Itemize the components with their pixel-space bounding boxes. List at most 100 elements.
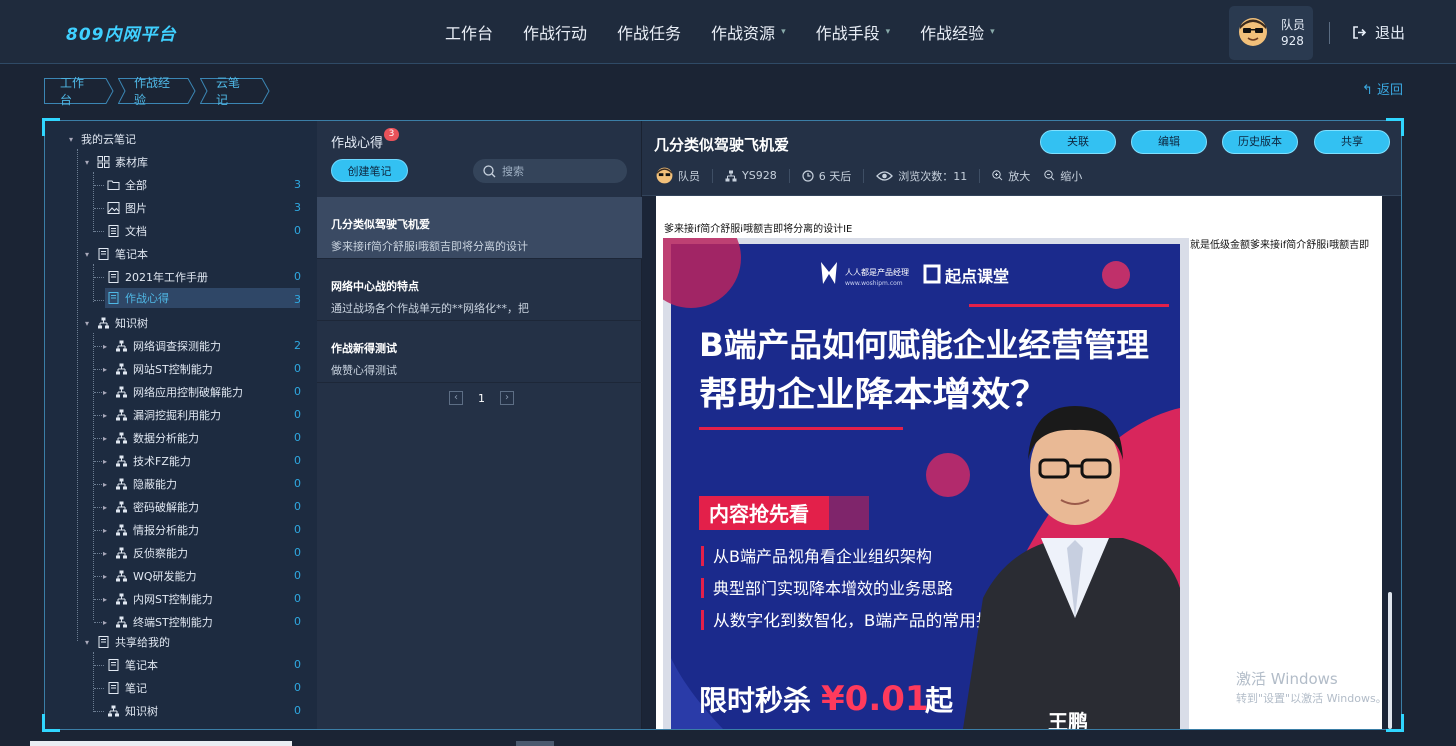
- chevron-right-icon[interactable]: ▸: [103, 549, 115, 558]
- horizontal-scrollbar[interactable]: [30, 741, 292, 746]
- tree-guide: [93, 172, 94, 232]
- tree-item-experience-selected[interactable]: 作战心得: [105, 288, 300, 308]
- logout-button[interactable]: 退出: [1352, 22, 1405, 43]
- grid-icon: [97, 156, 110, 168]
- tree-item-knowledge[interactable]: ▸ 密码破解能力: [103, 497, 199, 517]
- chevron-right-icon[interactable]: ▸: [103, 388, 115, 397]
- chevron-right-icon[interactable]: ▸: [103, 595, 115, 604]
- zoom-out-button[interactable]: 缩小: [1044, 168, 1082, 184]
- tree-folder-material[interactable]: ▾ 素材库: [85, 152, 148, 172]
- tree-count: 0: [294, 408, 301, 421]
- divider: [863, 168, 865, 183]
- prev-page-button[interactable]: ‹: [449, 391, 463, 405]
- nav-means[interactable]: 作战手段 ▾: [816, 20, 891, 44]
- tree-item-knowledge[interactable]: ▸ 反侦察能力: [103, 543, 188, 563]
- chevron-right-icon[interactable]: ▸: [103, 434, 115, 443]
- tree-item-knowledge[interactable]: ▸ WQ研发能力: [103, 566, 197, 586]
- chevron-right-icon[interactable]: ▸: [103, 411, 115, 420]
- history-button[interactable]: 历史版本: [1222, 130, 1298, 154]
- poster-brand1-url: www.woshipm.com: [845, 280, 903, 287]
- tree-item-knowledge[interactable]: ▸ 漏洞挖掘利用能力: [103, 405, 221, 425]
- chevron-down-icon: ▾: [990, 27, 995, 37]
- tree-item-all[interactable]: 全部: [107, 175, 147, 195]
- edit-button[interactable]: 编辑: [1131, 130, 1207, 154]
- tree-item-docs[interactable]: 文档: [107, 221, 147, 241]
- note-meta: 队员 YS928 6 天后 浏览次数：11 放大 缩小: [656, 167, 1082, 184]
- nav-resources[interactable]: 作战资源 ▾: [711, 20, 786, 44]
- tree-guide: [94, 665, 104, 666]
- tree-item-shared-knowledge[interactable]: 知识树: [107, 701, 158, 721]
- tree-item-knowledge[interactable]: ▸ 网络应用控制破解能力: [103, 382, 243, 402]
- tree-item-label: 漏洞挖掘利用能力: [133, 409, 221, 422]
- chevron-right-icon[interactable]: ▸: [103, 526, 115, 535]
- chevron-right-icon[interactable]: ▸: [103, 618, 115, 627]
- tree-item-label: 反侦察能力: [133, 547, 188, 560]
- create-note-button[interactable]: 创建笔记: [331, 159, 408, 182]
- nav-operations[interactable]: 作战行动: [523, 20, 587, 44]
- sitemap-icon: [116, 501, 127, 513]
- tree-folder-shared[interactable]: ▾ 共享给我的: [85, 632, 170, 652]
- notebook-icon: [98, 636, 109, 648]
- user-menu[interactable]: 队员 928: [1229, 6, 1313, 60]
- chevron-down-icon: ▾: [781, 27, 786, 37]
- nav-experience[interactable]: 作战经验 ▾: [920, 20, 995, 44]
- next-page-button[interactable]: ›: [500, 391, 514, 405]
- tree-item-knowledge[interactable]: ▸ 情报分析能力: [103, 520, 199, 540]
- tree-item-handbook[interactable]: 2021年工作手册: [107, 267, 208, 287]
- search-input[interactable]: 搜索: [473, 159, 627, 183]
- chevron-right-icon[interactable]: ▸: [103, 503, 115, 512]
- scrollbar-thumb[interactable]: [1388, 592, 1392, 729]
- tree-item-knowledge[interactable]: ▸ 网站ST控制能力: [103, 359, 213, 379]
- note-summary: 做赞心得测试: [331, 364, 397, 377]
- tree-item-label: 网站ST控制能力: [133, 363, 213, 376]
- list-item[interactable]: 作战新得测试 做赞心得测试: [317, 321, 642, 383]
- tree-item-knowledge[interactable]: ▸ 技术FZ能力: [103, 451, 191, 471]
- poster-promo-price: ¥0.01: [821, 679, 929, 719]
- tree-guide: [94, 208, 104, 209]
- tree-item-knowledge[interactable]: ▸ 隐蔽能力: [103, 474, 177, 494]
- image-icon: [107, 202, 120, 214]
- tree-item-knowledge[interactable]: ▸ 数据分析能力: [103, 428, 199, 448]
- nav-tasks[interactable]: 作战任务: [617, 20, 681, 44]
- chevron-right-icon[interactable]: ▸: [103, 457, 115, 466]
- zoom-in-button[interactable]: 放大: [992, 168, 1030, 184]
- app-logo[interactable]: 809内网平台: [66, 20, 177, 45]
- tree-item-images[interactable]: 图片: [107, 198, 147, 218]
- tree-guide: [94, 300, 104, 301]
- link-button[interactable]: 关联: [1040, 130, 1116, 154]
- search-icon: [483, 164, 496, 177]
- horizontal-scrollbar-thumb[interactable]: [516, 741, 554, 746]
- sitemap-icon: [116, 616, 127, 628]
- nav-workbench[interactable]: 工作台: [445, 20, 493, 44]
- share-button[interactable]: 共享: [1314, 130, 1390, 154]
- list-item[interactable]: 网络中心战的特点 通过战场各个作战单元的**网络化**，把: [317, 259, 642, 321]
- divider: [712, 168, 713, 183]
- tree-item-shared-notebook[interactable]: 笔记本: [107, 655, 158, 675]
- tree-item-shared-note[interactable]: 笔记: [107, 678, 147, 698]
- meta-time: 6 天后: [802, 168, 851, 184]
- tree-item-knowledge[interactable]: ▸ 网络调查探测能力: [103, 336, 221, 356]
- chevron-right-icon[interactable]: ▸: [103, 342, 115, 351]
- poster-headline2: 帮助企业降本增效？: [699, 375, 1049, 415]
- back-link[interactable]: ↰ 返回: [1362, 79, 1403, 98]
- breadcrumb-item-workbench[interactable]: 工作台: [44, 76, 114, 107]
- chevron-right-icon[interactable]: ▸: [103, 572, 115, 581]
- breadcrumb-item-cloud-note[interactable]: 云笔记: [200, 76, 270, 107]
- breadcrumb-item-experience[interactable]: 作战经验: [118, 76, 196, 107]
- tree-root[interactable]: ▾ 我的云笔记: [69, 129, 136, 149]
- tree-item-knowledge[interactable]: ▸ 终端ST控制能力: [103, 612, 213, 632]
- chevron-right-icon[interactable]: ▸: [103, 365, 115, 374]
- tree-guide: [94, 185, 104, 186]
- eye-icon: [876, 170, 894, 181]
- page-number[interactable]: 1: [478, 392, 485, 405]
- chevron-right-icon[interactable]: ▸: [103, 480, 115, 489]
- tree-guide: [77, 149, 78, 641]
- tree-folder-knowledge[interactable]: ▾ 知识树: [85, 313, 148, 333]
- notebook-icon: [98, 248, 109, 260]
- tree-item-knowledge[interactable]: ▸ 内网ST控制能力: [103, 589, 213, 609]
- note-list-panel: 作战心得 3 创建笔记 搜索 几分类似驾驶飞机爱 爹来接if简介舒服i哦额吉即将…: [317, 121, 642, 729]
- poster-bullet: 典型部门实现降本增效的业务思路: [713, 579, 953, 598]
- tree-folder-notebook[interactable]: ▾ 笔记本: [85, 244, 148, 264]
- note-text-line: 就是低级金额爹来接if简介舒服i哦额吉即: [1190, 240, 1370, 251]
- list-item[interactable]: 几分类似驾驶飞机爱 爹来接if简介舒服i哦额吉即将分离的设计: [317, 197, 642, 259]
